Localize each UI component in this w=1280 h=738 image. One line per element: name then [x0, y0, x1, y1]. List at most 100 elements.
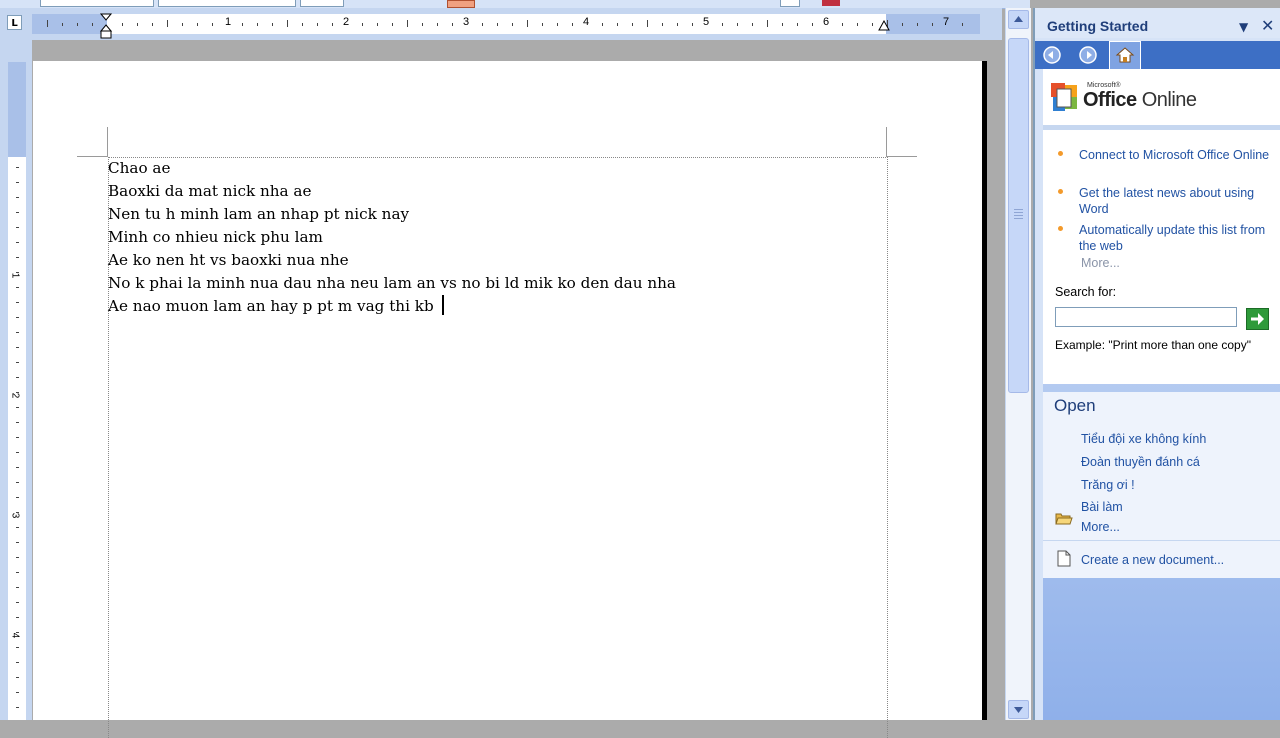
ruler-tick: [392, 23, 393, 26]
ruler-tick: [16, 437, 19, 438]
document-line[interactable]: Ae ko nen ht vs baoxki nua nhe: [108, 249, 878, 272]
back-arrow-icon: [1043, 46, 1061, 64]
ruler-tick: [437, 23, 438, 26]
document-body[interactable]: Chao ae Baoxki da mat nick nha ae Nen tu…: [108, 157, 878, 318]
font-size-box[interactable]: [300, 0, 344, 7]
open-more-link[interactable]: More...: [1081, 520, 1120, 534]
forward-button[interactable]: [1077, 44, 1099, 66]
document-line-current[interactable]: Ae nao muon lam an hay p pt m vag thi kb: [108, 295, 878, 318]
ruler-tick: [407, 20, 408, 27]
ruler-tick: [302, 23, 303, 26]
link-connect-office-online[interactable]: Connect to Microsoft Office Online: [1058, 147, 1277, 163]
ruler-tick: [16, 212, 19, 213]
close-icon[interactable]: ✕: [1261, 16, 1274, 35]
divider: [1043, 125, 1280, 130]
crop-mark: [77, 156, 107, 157]
ruler-tick: [16, 677, 19, 678]
document-page[interactable]: Chao ae Baoxki da mat nick nha ae Nen tu…: [33, 61, 985, 738]
document-line-text[interactable]: Ae nao muon lam an hay p pt m vag thi kb: [108, 297, 439, 315]
more-link-disabled: More...: [1081, 256, 1120, 270]
ruler-tick: [212, 23, 213, 26]
create-new-document-link[interactable]: Create a new document...: [1081, 553, 1224, 567]
recent-file-link[interactable]: Đoàn thuyền đánh cá: [1081, 455, 1200, 469]
ruler-tick: [842, 23, 843, 26]
scroll-down-button[interactable]: [1008, 700, 1029, 719]
task-pane-nav: [1035, 41, 1280, 69]
brand-office: Office: [1083, 89, 1137, 111]
grip-line: [1014, 212, 1023, 213]
ruler-tick: [632, 23, 633, 26]
example-text: "Print more than one copy": [1108, 338, 1251, 352]
scrollbar-thumb[interactable]: [1008, 38, 1029, 393]
microsoft-label: Microsoft®: [1087, 82, 1121, 89]
scroll-up-button[interactable]: [1008, 10, 1029, 29]
vertical-ruler-margin: [8, 62, 26, 157]
right-indent-marker-icon[interactable]: [878, 20, 890, 32]
link-latest-news[interactable]: Get the latest news about using Word: [1058, 185, 1277, 217]
font-box[interactable]: [158, 0, 296, 7]
search-example: Example: "Print more than one copy": [1055, 337, 1275, 353]
link-text[interactable]: Get the latest news about using Word: [1079, 186, 1254, 216]
toolbar-small-box[interactable]: [780, 0, 800, 7]
ruler-number: 3: [9, 512, 21, 519]
ruler-number: 4: [583, 16, 590, 28]
ruler-tick: [872, 23, 873, 26]
recent-file-link[interactable]: Tiểu đội xe không kính: [1081, 432, 1206, 446]
document-line[interactable]: Nen tu h minh lam an nhap pt nick nay: [108, 203, 878, 226]
font-color-swatch[interactable]: [822, 0, 840, 6]
search-input[interactable]: [1055, 307, 1237, 327]
ruler-tick: [16, 647, 19, 648]
ruler-tick: [797, 23, 798, 26]
indent-marker-icon[interactable]: [100, 13, 112, 39]
ruler-tick: [16, 692, 19, 693]
ruler-number: 7: [943, 16, 950, 28]
ruler-number: 2: [343, 16, 350, 28]
ruler-tick: [812, 23, 813, 26]
brand-online: Online: [1136, 89, 1197, 111]
grip-line: [1014, 218, 1023, 219]
document-line[interactable]: No k phai la minh nua dau nha neu lam an…: [108, 272, 878, 295]
vertical-ruler[interactable]: 1 2 3 4: [8, 62, 26, 720]
ruler-tick: [92, 23, 93, 26]
ruler-tick: [16, 452, 19, 453]
ruler-tick: [16, 182, 19, 183]
ruler-tick: [782, 23, 783, 26]
grip-line: [1014, 209, 1023, 210]
ruler-tick: [362, 23, 363, 26]
task-pane-title[interactable]: Getting Started: [1047, 18, 1148, 34]
ruler-tick: [16, 662, 19, 663]
dropdown-arrow-icon[interactable]: ▼: [1239, 20, 1248, 34]
ruler-tick: [422, 23, 423, 26]
ruler-number: 5: [703, 16, 710, 28]
link-text[interactable]: Connect to Microsoft Office Online: [1079, 148, 1269, 162]
home-icon: [1115, 47, 1135, 63]
recent-file-link[interactable]: Bài làm: [1081, 500, 1123, 514]
ruler-tick: [16, 302, 19, 303]
document-line[interactable]: Minh co nhieu nick phu lam: [108, 226, 878, 249]
forward-arrow-icon: [1079, 46, 1097, 64]
link-auto-update[interactable]: Automatically update this list from the …: [1058, 222, 1277, 254]
recent-file-link[interactable]: Trăng ơi !: [1081, 478, 1135, 492]
ruler-tick: [16, 527, 19, 528]
highlight-color-swatch[interactable]: [447, 0, 475, 8]
ruler-tick: [137, 23, 138, 26]
ruler-tick: [242, 23, 243, 26]
ruler-tick: [16, 602, 19, 603]
ruler-number: 3: [463, 16, 470, 28]
ruler-tick: [62, 23, 63, 26]
home-button[interactable]: [1109, 41, 1141, 69]
bullet-icon: [1058, 151, 1063, 156]
ruler-left-margin: [32, 14, 107, 34]
tab-selector-button[interactable]: L: [7, 15, 22, 30]
document-line[interactable]: Baoxki da mat nick nha ae: [108, 180, 878, 203]
ruler-tick: [317, 23, 318, 26]
back-button[interactable]: [1041, 44, 1063, 66]
style-box[interactable]: [40, 0, 154, 7]
search-go-button[interactable]: [1246, 308, 1269, 330]
horizontal-ruler[interactable]: 1 2 3 4 5 6 7: [32, 14, 980, 34]
document-line[interactable]: Chao ae: [108, 157, 878, 180]
link-text[interactable]: Automatically update this list from the …: [1079, 223, 1265, 253]
ruler-number: 4: [9, 632, 21, 639]
office-online-brand: Office Online: [1083, 89, 1197, 112]
vertical-scrollbar[interactable]: [1005, 8, 1031, 720]
